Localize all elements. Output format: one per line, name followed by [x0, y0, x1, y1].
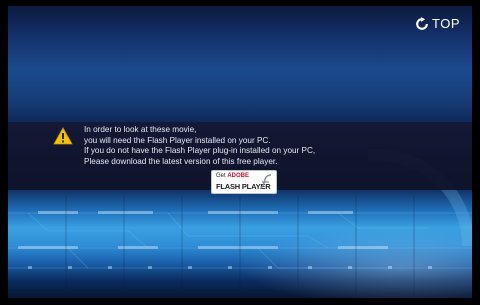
- refresh-arrow-icon: [416, 16, 428, 30]
- top-button[interactable]: TOP: [415, 16, 460, 31]
- movie-screen: TOP In order to look at these movie, you…: [8, 6, 472, 298]
- warning-icon: [53, 127, 73, 145]
- message-line: In order to look at these movie,: [84, 125, 197, 134]
- flash-logo-icon: [259, 174, 272, 190]
- top-label: TOP: [432, 16, 460, 31]
- badge-get: Get: [216, 173, 226, 179]
- message-line: you will need the Flash Player installed…: [84, 135, 271, 145]
- badge-get-text: Get ADOBE: [216, 173, 249, 179]
- flash-required-message: In order to look at these movie, you wil…: [84, 125, 444, 167]
- message-line: Please download the latest version of th…: [84, 156, 278, 166]
- badge-adobe: ADOBE: [227, 173, 250, 179]
- page-frame: TOP In order to look at these movie, you…: [0, 0, 480, 305]
- get-flash-player-button[interactable]: Get ADOBE FLASH PLAYER: [211, 170, 277, 194]
- message-line: If you do not have the Flash Player plug…: [84, 146, 316, 156]
